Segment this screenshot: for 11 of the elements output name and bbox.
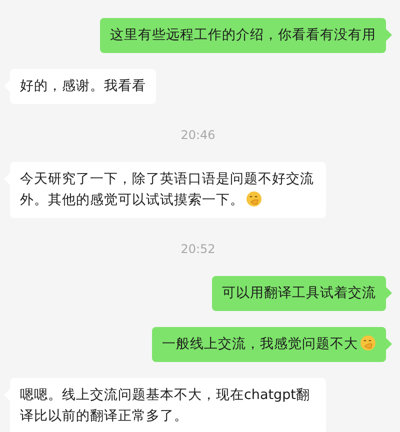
message-bubble: 好的，感谢。我看看 [10, 69, 156, 104]
timestamp: 20:52 [180, 242, 216, 256]
message-bubble: 一般线上交流，我感觉问题不大 [152, 327, 386, 362]
message-bubble: 嗯嗯。线上交流问题基本不大，现在chatgpt翻译比以前的翻译正常多了。 [10, 378, 326, 432]
message-bubble: 这里有些远程工作的介绍，你看看有没有用 [100, 18, 386, 53]
bubble-tail [386, 287, 392, 299]
message-bubble: 可以用翻译工具试着交流 [212, 276, 386, 311]
message-bubble: 今天研究了一下，除了英语口语是问题不好交流外。其他的感觉可以试试摸索一下。 [10, 162, 326, 218]
bubble-tail [386, 29, 392, 41]
timestamp: 20:46 [180, 128, 216, 142]
bubble-tail [386, 338, 392, 350]
